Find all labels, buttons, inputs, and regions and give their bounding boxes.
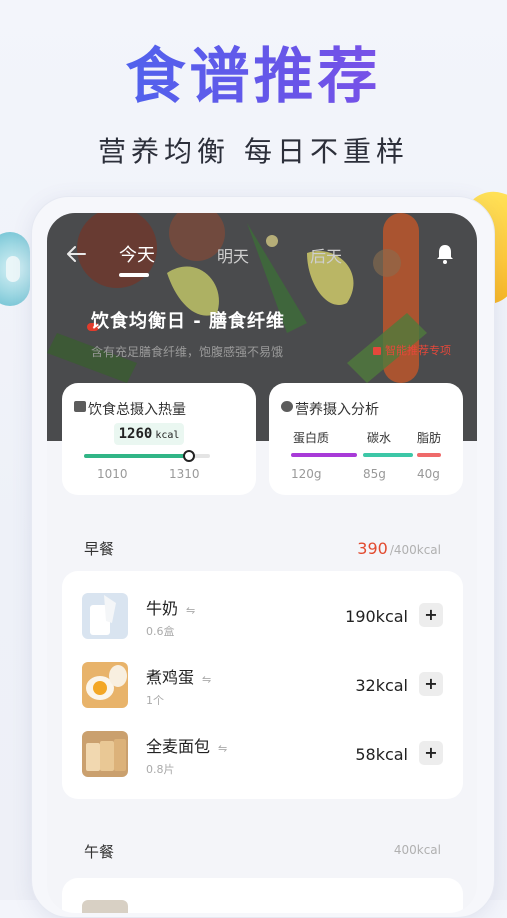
lunch-card [62, 878, 463, 913]
food-row[interactable]: 全麦面包 ⇋ 0.8片 58kcal + [62, 731, 463, 783]
food-quantity: 0.6盒 [146, 625, 175, 638]
food-kcal: 58kcal [355, 745, 408, 764]
calorie-card-title: 饮食总摄入热量 [88, 402, 186, 418]
protein-bar [291, 453, 357, 457]
food-row[interactable]: 煮鸡蛋 ⇋ 1个 32kcal + [62, 662, 463, 714]
food-kcal: 32kcal [355, 676, 408, 695]
lunch-food-thumbnail [82, 900, 128, 913]
hero-badge-label: 智能推荐专项 [385, 344, 451, 357]
decoration-left [0, 232, 30, 306]
tab-day-after[interactable]: 后天 [310, 243, 342, 267]
calorie-icon [74, 401, 86, 412]
protein-label: 蛋白质 [293, 431, 330, 445]
whole-wheat-bread-thumbnail [82, 731, 128, 777]
bell-icon[interactable] [435, 243, 455, 265]
calorie-max: 1310 [169, 467, 200, 481]
add-food-button[interactable]: + [419, 672, 443, 696]
calorie-min: 1010 [97, 467, 128, 481]
calorie-progress-track [84, 450, 210, 462]
protein-value: 120g [291, 467, 322, 481]
calorie-progress-fill [84, 454, 189, 458]
swap-icon[interactable]: ⇋ [218, 742, 227, 755]
food-quantity: 0.8片 [146, 763, 175, 776]
food-name-text: 牛奶 [146, 599, 179, 618]
nutrition-icon [281, 401, 293, 412]
calorie-card[interactable]: 饮食总摄入热量 1260 kcal 1010 1310 [62, 383, 256, 495]
food-name-text: 煮鸡蛋 [146, 668, 195, 687]
food-name: 煮鸡蛋 ⇋ [146, 664, 211, 688]
carbs-label: 碳水 [367, 431, 392, 445]
fat-label: 脂肪 [417, 431, 442, 445]
nutrition-card[interactable]: 营养摄入分析 蛋白质 120g 碳水 85g 脂肪 40g [269, 383, 463, 495]
add-food-button[interactable]: + [419, 603, 443, 627]
calorie-value: 1260 [118, 426, 153, 442]
food-name: 全麦面包 ⇋ [146, 733, 227, 757]
boiled-egg-thumbnail [82, 662, 128, 708]
breakfast-card: 牛奶 ⇋ 0.6盒 190kcal + 煮鸡蛋 ⇋ 1个 32kcal + 全麦… [62, 571, 463, 799]
food-kcal: 190kcal [345, 607, 408, 626]
tab-today-indicator [119, 273, 149, 277]
food-name: 牛奶 ⇋ [146, 595, 195, 619]
calorie-unit: kcal [155, 430, 180, 441]
swap-icon[interactable]: ⇋ [186, 604, 195, 617]
promo-subtitle: 营养均衡 每日不重样 [98, 135, 409, 168]
breakfast-target-kcal: /400kcal [389, 543, 441, 557]
food-row[interactable]: 牛奶 ⇋ 0.6盒 190kcal + [62, 593, 463, 645]
food-name-text: 全麦面包 [146, 737, 211, 756]
badge-icon [373, 347, 381, 355]
back-arrow-icon[interactable] [65, 243, 87, 265]
nutrition-card-title: 营养摄入分析 [295, 402, 379, 418]
fat-value: 40g [417, 467, 440, 481]
swap-icon[interactable]: ⇋ [202, 673, 211, 686]
promo-title: 食谱推荐 [0, 28, 507, 115]
lunch-section-title: 午餐 [84, 843, 115, 861]
hero-description: 含有充足膳食纤维，饱腹感强不易饿 [91, 345, 284, 359]
breakfast-section-title: 早餐 [84, 540, 115, 558]
breakfast-eaten-kcal: 390 [357, 539, 388, 558]
add-food-button[interactable]: + [419, 741, 443, 765]
lunch-kcal-summary: 400kcal [393, 843, 441, 857]
carbs-bar [363, 453, 413, 457]
app-screen: 今天 明天 后天 饮食均衡日 - 膳食纤维 含有充足膳食纤维，饱腹感强不易饿 智… [47, 213, 477, 913]
hero-badge[interactable]: 智能推荐专项 [373, 342, 451, 358]
calorie-progress-knob [182, 450, 195, 462]
milk-thumbnail [82, 593, 128, 639]
tab-today[interactable]: 今天 [119, 241, 155, 267]
fat-bar [417, 453, 441, 457]
food-quantity: 1个 [146, 694, 164, 707]
calorie-value-box: 1260 kcal [114, 423, 184, 445]
hero-title: 饮食均衡日 - 膳食纤维 [91, 311, 286, 332]
breakfast-kcal-summary: 390/400kcal [357, 539, 441, 558]
tab-tomorrow[interactable]: 明天 [217, 243, 249, 267]
carbs-value: 85g [363, 467, 386, 481]
